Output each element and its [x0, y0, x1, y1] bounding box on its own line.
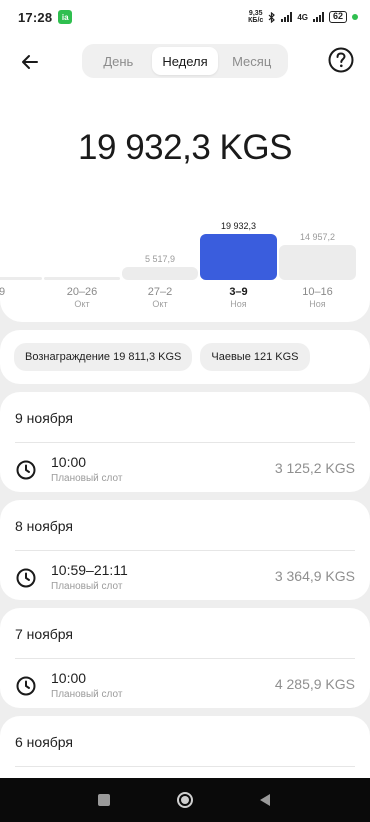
clock-icon: [16, 460, 36, 480]
reward-chip[interactable]: Вознаграждение 19 811,3 KGS: [14, 343, 193, 371]
bar-week-label: 3–9: [229, 286, 248, 298]
status-icons: 9,35 КБ/с 4G 62: [248, 10, 358, 24]
chart-column[interactable]: 9: [0, 214, 42, 314]
bar-week-label: 10–16: [302, 286, 333, 298]
bluetooth-icon: [268, 11, 276, 23]
slot-amount: 4 285,9 KGS: [274, 676, 355, 692]
slot-type: Плановый слот: [51, 581, 123, 592]
day-card: 9 ноября 10:00 Плановый слот 3 125,2 KGS: [0, 392, 370, 492]
bar-week-label: 27–2: [147, 286, 173, 298]
status-bar: 17:28 ia 9,35 КБ/с 4G 62: [0, 0, 370, 34]
clock-icon: [16, 568, 36, 588]
network-speed-unit: КБ/с: [248, 17, 264, 24]
day-card: 8 ноября 10:59–21:11 Плановый слот 3 364…: [0, 500, 370, 600]
tips-chip[interactable]: Чаевые 121 KGS: [200, 343, 310, 371]
chart-column[interactable]: 14 957,2 10–16 Ноя: [279, 214, 356, 314]
slot-amount: 3 125,2 KGS: [274, 460, 355, 476]
bar-value-label: 5 517,9: [144, 254, 176, 265]
arrow-left-icon: [22, 55, 38, 69]
slot-row[interactable]: 10:00 Плановый слот 3 125,2 KGS: [0, 443, 370, 495]
day-title: 9 ноября: [15, 410, 74, 426]
signal-icon: [281, 12, 293, 22]
app-notification-icon: ia: [58, 10, 73, 24]
slot-row[interactable]: 10:00 Плановый слот 4 285,9 KGS: [0, 659, 370, 711]
signal-icon-2: [312, 12, 324, 22]
header: День Неделя Месяц: [0, 44, 370, 78]
bar-month-label: Окт: [152, 299, 168, 309]
slot-time: 10:00: [51, 454, 87, 470]
day-title: 6 ноября: [15, 734, 74, 750]
battery-icon: 62: [328, 11, 347, 23]
bar-month-label: Ноя: [230, 299, 247, 309]
summary-card: День Неделя Месяц 19 932,3 KGS 9 20–26 О…: [0, 34, 370, 322]
weekly-chart: 9 20–26 Окт 5 517,9 27–2 Окт 19 932,3 3–…: [0, 214, 370, 314]
bar: [44, 277, 120, 280]
chart-column[interactable]: 5 517,9 27–2 Окт: [122, 214, 198, 314]
tab-month[interactable]: Месяц: [218, 47, 285, 75]
network-speed-value: 9,35: [248, 10, 263, 17]
slot-time: 10:00: [51, 670, 87, 686]
period-switcher: День Неделя Месяц: [82, 44, 288, 78]
slot-type: Плановый слот: [51, 689, 123, 700]
system-nav-bar: [0, 778, 370, 822]
earnings-breakdown: Вознаграждение 19 811,3 KGS Чаевые 121 K…: [0, 330, 370, 384]
day-card: 7 ноября 10:00 Плановый слот 4 285,9 KGS: [0, 608, 370, 708]
bar: [122, 267, 198, 280]
bar: [200, 234, 277, 280]
bar-month-label: Окт: [74, 299, 90, 309]
bar-week-label: 20–26: [66, 286, 98, 298]
square-icon[interactable]: [95, 791, 113, 809]
bar-month-label: Ноя: [309, 299, 326, 309]
status-time: 17:28: [18, 9, 53, 25]
question-circle-icon[interactable]: [327, 46, 355, 74]
day-title: 7 ноября: [15, 626, 74, 642]
chart-column[interactable]: 20–26 Окт: [44, 214, 120, 314]
bar-week-label: 9: [0, 286, 6, 298]
slot-row[interactable]: 10:59–21:11 Плановый слот 3 364,9 KGS: [0, 551, 370, 603]
bar-value-label: 19 932,3: [220, 221, 257, 231]
bar-value-label: 14 957,2: [299, 232, 336, 243]
slot-type: Плановый слот: [51, 473, 123, 484]
circle-icon[interactable]: [176, 791, 194, 809]
total-earnings: 19 932,3 KGS: [78, 128, 292, 167]
day-title: 8 ноября: [15, 518, 74, 534]
tab-day[interactable]: День: [85, 47, 152, 75]
network-speed: 9,35 КБ/с: [248, 10, 263, 24]
network-type: 4G: [297, 12, 308, 22]
bar: [0, 277, 42, 280]
back-button[interactable]: [16, 48, 44, 76]
chart-column[interactable]: 19 932,3 3–9 Ноя: [200, 214, 277, 314]
triangle-back-icon[interactable]: [256, 791, 274, 809]
green-dot-icon: [352, 14, 358, 20]
slot-amount: 3 364,9 KGS: [274, 568, 355, 584]
tab-week[interactable]: Неделя: [151, 47, 219, 75]
clock-icon: [16, 676, 36, 696]
bar: [279, 245, 356, 280]
slot-time: 10:59–21:11: [51, 562, 128, 578]
